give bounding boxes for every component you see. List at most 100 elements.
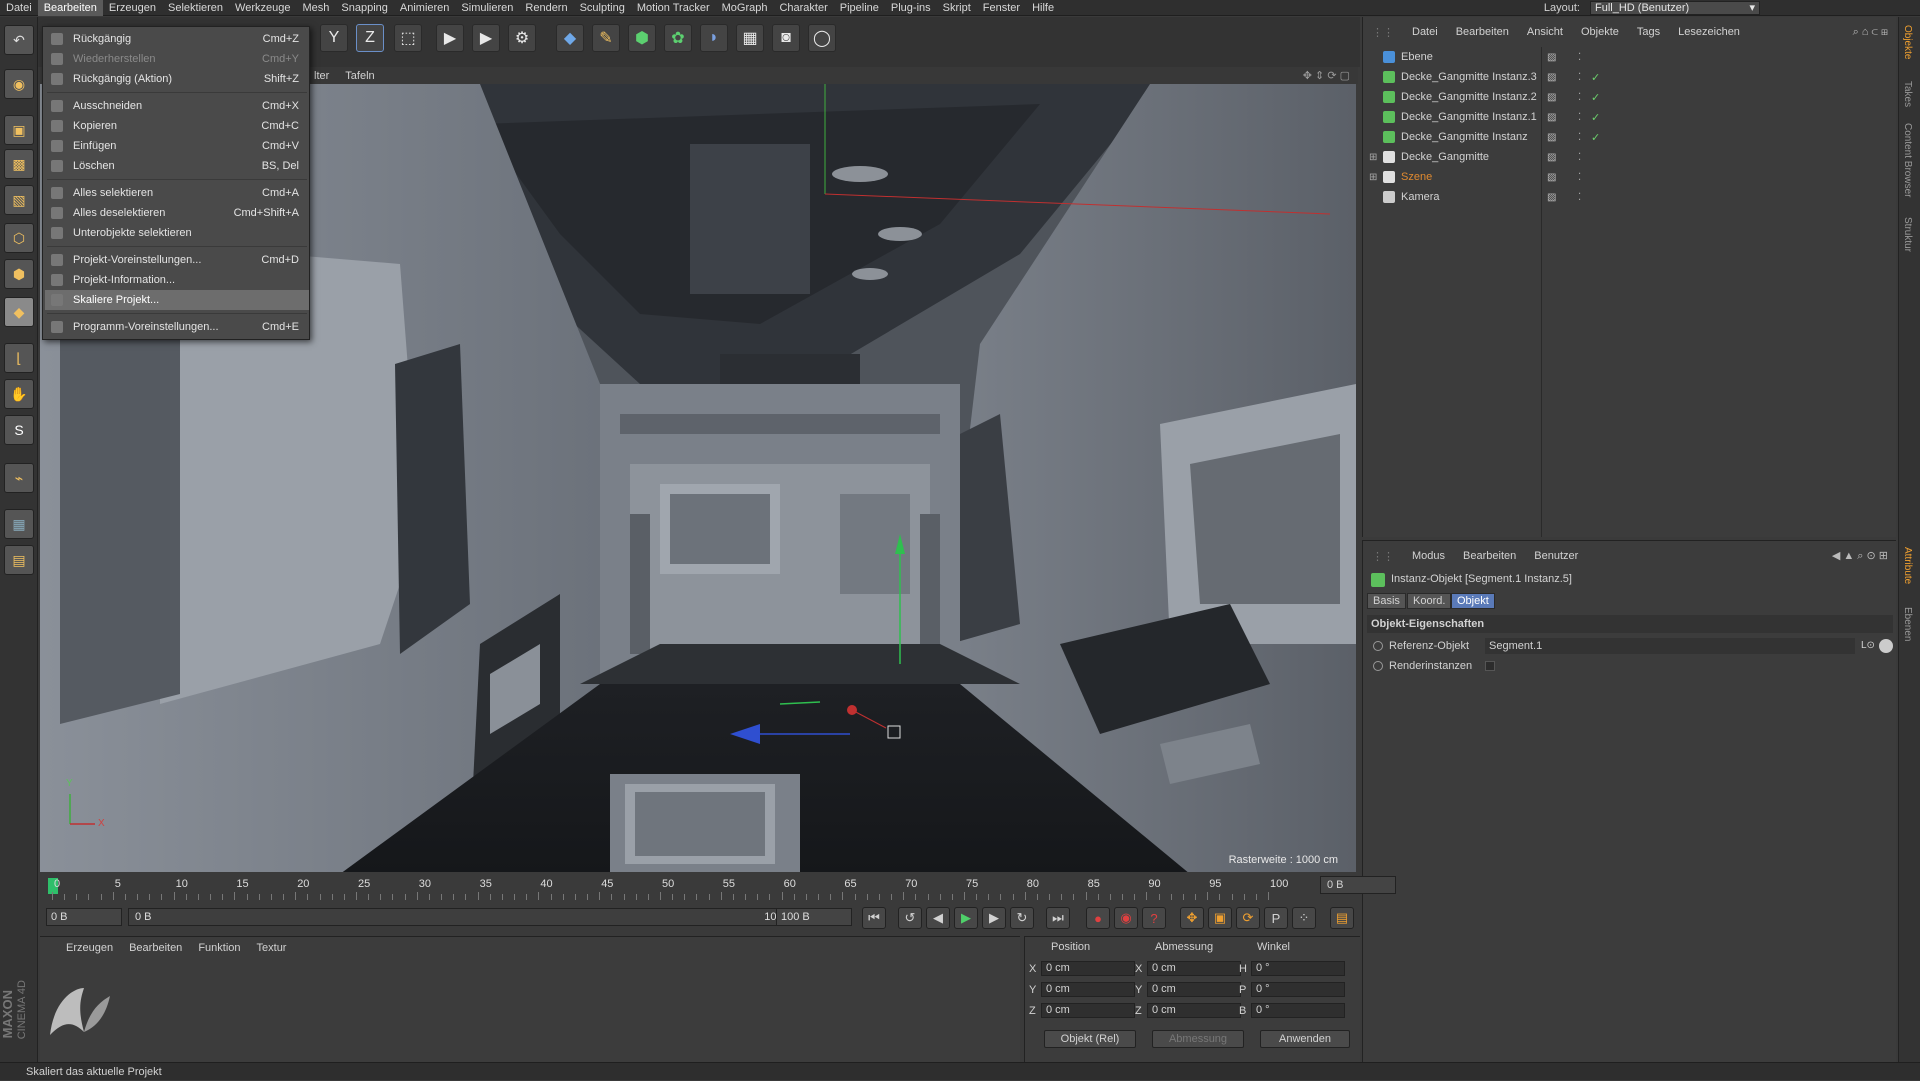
keyframe-selection-icon[interactable]: ? <box>1142 907 1166 929</box>
layer-icon[interactable]: ▨ <box>1547 172 1556 183</box>
menu-skript[interactable]: Skript <box>937 0 977 16</box>
menu-item-projekt-voreinstellungen[interactable]: Projekt-Voreinstellungen... Cmd+D <box>45 250 309 270</box>
menu-item-kopieren[interactable]: Kopieren Cmd+C <box>45 116 309 136</box>
cube-primitive-icon[interactable]: ◆ <box>556 24 584 52</box>
layer-icon[interactable]: ▨ <box>1547 72 1556 83</box>
animation-radio[interactable] <box>1373 661 1383 671</box>
menu-item-einfügen[interactable]: Einfügen Cmd+V <box>45 136 309 156</box>
enabled-check-icon[interactable]: ✓ <box>1591 91 1600 104</box>
object-row[interactable]: ⊞ Szene ▨ ⁚ <box>1367 167 1893 187</box>
layer-icon[interactable]: ▨ <box>1547 132 1556 143</box>
visibility-dots-icon[interactable]: ⁚ <box>1578 132 1581 143</box>
lock-workplane-icon[interactable]: ▤ <box>4 545 34 575</box>
am-nav-icon[interactable]: ◀ ▲ ⌕ ⊙ ⊞ <box>1823 549 1897 563</box>
pick-icon[interactable] <box>1879 639 1893 653</box>
coordinate-field[interactable]: 0 cm <box>1147 961 1241 976</box>
layer-icon[interactable]: ▨ <box>1547 52 1556 63</box>
points-mode-icon[interactable]: ⬡ <box>4 223 34 253</box>
om-tools-icon[interactable]: ⌕ ⌂ ⊂ ⊞ <box>1844 26 1897 39</box>
subdivision-icon[interactable]: ⬢ <box>628 24 656 52</box>
camera-icon[interactable]: ◙ <box>772 24 800 52</box>
layer-icon[interactable]: ▨ <box>1547 112 1556 123</box>
om-menu-tags[interactable]: Tags <box>1628 26 1669 38</box>
menu-mograph[interactable]: MoGraph <box>716 0 774 16</box>
coordinate-mode-select[interactable]: Objekt (Rel) <box>1044 1030 1136 1048</box>
rotation-key-icon[interactable]: ⟳ <box>1236 907 1260 929</box>
reference-object-field[interactable]: Segment.1 <box>1485 638 1855 654</box>
tab-ebenen[interactable]: Ebenen <box>1902 607 1913 641</box>
position-key-icon[interactable]: ✥ <box>1180 907 1204 929</box>
menu-item-löschen[interactable]: Löschen BS, Del <box>45 156 309 176</box>
menu-selektieren[interactable]: Selektieren <box>162 0 229 16</box>
coordinate-field[interactable]: 0 ° <box>1251 1003 1345 1018</box>
menu-item-alles-deselektieren[interactable]: Alles deselektieren Cmd+Shift+A <box>45 203 309 223</box>
workplane-icon[interactable]: ▧ <box>4 185 34 215</box>
object-row[interactable]: Decke_Gangmitte Instanz.1 ▨ ⁚ ✓ <box>1367 107 1893 127</box>
menu-item-projekt-information[interactable]: Projekt-Information... <box>45 270 309 290</box>
tab-struktur[interactable]: Struktur <box>1902 217 1913 252</box>
object-name[interactable]: Szene <box>1401 171 1432 183</box>
point-level-icon[interactable]: ⁘ <box>1292 907 1316 929</box>
object-name[interactable]: Kamera <box>1401 191 1440 203</box>
menu-plug-ins[interactable]: Plug-ins <box>885 0 937 16</box>
go-to-end-icon[interactable]: ⏭ <box>1046 907 1070 929</box>
tab-takes[interactable]: Takes <box>1902 81 1913 107</box>
expand-icon[interactable]: ⊞ <box>1369 152 1379 163</box>
render-view-icon[interactable]: ▶ <box>436 24 464 52</box>
visibility-dots-icon[interactable]: ⁚ <box>1578 52 1581 63</box>
om-menu-ansicht[interactable]: Ansicht <box>1518 26 1572 38</box>
om-menu-datei[interactable]: Datei <box>1403 26 1447 38</box>
menu-datei[interactable]: Datei <box>0 0 38 16</box>
tab-objekt[interactable]: Objekt <box>1451 593 1495 609</box>
menu-sculpting[interactable]: Sculpting <box>574 0 631 16</box>
next-frame-icon[interactable]: ▶ <box>982 907 1006 929</box>
object-name[interactable]: Decke_Gangmitte <box>1401 151 1489 163</box>
tab-content-browser[interactable]: Content Browser <box>1902 123 1913 197</box>
visibility-dots-icon[interactable]: ⁚ <box>1578 92 1581 103</box>
tab-koord[interactable]: Koord. <box>1407 593 1452 609</box>
world-coords-icon[interactable]: ⬚ <box>394 24 422 52</box>
object-row[interactable]: ⊞ Decke_Gangmitte ▨ ⁚ <box>1367 147 1893 167</box>
layout-select[interactable]: Full_HD (Benutzer) <box>1590 1 1760 15</box>
previous-frame-icon[interactable]: ◀ <box>926 907 950 929</box>
axis-y-button[interactable]: Y <box>320 24 348 52</box>
model-mode-icon[interactable]: ▣ <box>4 115 34 145</box>
menu-fenster[interactable]: Fenster <box>977 0 1026 16</box>
menu-simulieren[interactable]: Simulieren <box>455 0 519 16</box>
next-key-icon[interactable]: ↻ <box>1010 907 1034 929</box>
object-row[interactable]: Decke_Gangmitte Instanz.2 ▨ ⁚ ✓ <box>1367 87 1893 107</box>
visibility-dots-icon[interactable]: ⁚ <box>1578 72 1581 83</box>
start-frame-field[interactable]: 0 B <box>46 908 122 926</box>
menu-item-programm-voreinstellungen[interactable]: Programm-Voreinstellungen... Cmd+E <box>45 317 309 337</box>
axis-mode-icon[interactable]: ⌊ <box>4 343 34 373</box>
mm-menu-bearbeiten[interactable]: Bearbeiten <box>121 942 190 954</box>
visibility-dots-icon[interactable]: ⁚ <box>1578 192 1581 203</box>
mm-menu-erzeugen[interactable]: Erzeugen <box>58 942 121 954</box>
visibility-dots-icon[interactable]: ⁚ <box>1578 172 1581 183</box>
object-row[interactable]: Ebene ▨ ⁚ <box>1367 47 1893 67</box>
menu-item-unterobjekte-selektieren[interactable]: Unterobjekte selektieren <box>45 223 309 243</box>
menu-bearbeiten[interactable]: Bearbeiten <box>37 0 103 16</box>
mm-menu-textur[interactable]: Textur <box>249 942 295 954</box>
layer-icon[interactable]: ▨ <box>1547 152 1556 163</box>
previous-key-icon[interactable]: ↺ <box>898 907 922 929</box>
record-icon[interactable]: ● <box>1086 907 1110 929</box>
enabled-check-icon[interactable]: ✓ <box>1591 131 1600 144</box>
animation-radio[interactable] <box>1373 641 1383 651</box>
visibility-dots-icon[interactable]: ⁚ <box>1578 112 1581 123</box>
auto-key-icon[interactable]: ◉ <box>1114 907 1138 929</box>
menu-rendern[interactable]: Rendern <box>519 0 573 16</box>
object-name[interactable]: Decke_Gangmitte Instanz.1 <box>1401 111 1537 123</box>
magnet-icon[interactable]: ⌁ <box>4 463 34 493</box>
object-row[interactable]: Decke_Gangmitte Instanz.3 ▨ ⁚ ✓ <box>1367 67 1893 87</box>
coordinate-field[interactable]: 0 cm <box>1041 961 1135 976</box>
menu-hilfe[interactable]: Hilfe <box>1026 0 1060 16</box>
tab-basis[interactable]: Basis <box>1367 593 1406 609</box>
layer-icon[interactable]: ▨ <box>1547 92 1556 103</box>
light-icon[interactable]: ◯ <box>808 24 836 52</box>
timeline-window-icon[interactable]: ▤ <box>1330 907 1354 929</box>
object-name[interactable]: Decke_Gangmitte Instanz <box>1401 131 1528 143</box>
coordinate-field[interactable]: 0 cm <box>1041 982 1135 997</box>
coordinate-field[interactable]: 0 ° <box>1251 961 1345 976</box>
enabled-check-icon[interactable]: ✓ <box>1591 71 1600 84</box>
